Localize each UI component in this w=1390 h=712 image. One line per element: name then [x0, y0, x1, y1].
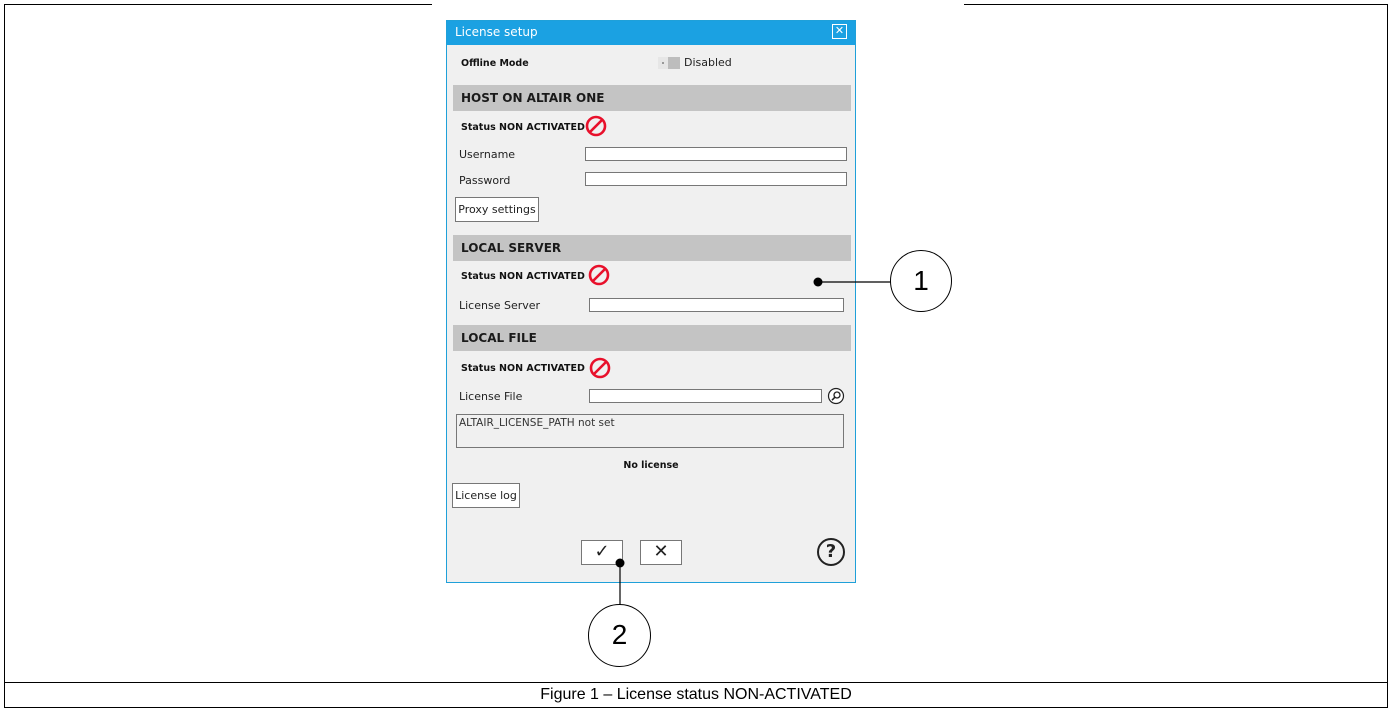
license-status-text: No license [623, 460, 679, 471]
caption-divider [4, 682, 1388, 683]
cancel-button[interactable]: ✕ [640, 540, 682, 565]
callout-2-number: 2 [611, 619, 628, 650]
username-field[interactable] [585, 147, 847, 161]
section-local-file-header: LOCAL FILE [461, 331, 537, 345]
cross-icon: ✕ [653, 541, 669, 562]
not-activated-icon [585, 115, 607, 137]
offline-mode-state: Disabled [684, 56, 732, 69]
username-label: Username [459, 148, 516, 161]
figure-caption: Figure 1 – License status NON-ACTIVATED [540, 686, 852, 703]
dialog-title: License setup [455, 25, 538, 39]
license-file-label: License File [459, 390, 523, 403]
section-local-server: LOCAL SERVER [453, 235, 851, 261]
section-local-server-header: LOCAL SERVER [461, 241, 562, 255]
callout-2-leader [615, 558, 625, 611]
frame-gap [432, 0, 964, 7]
section-local-file: LOCAL FILE [453, 325, 851, 351]
callout-1-leader [813, 277, 902, 287]
not-activated-icon [588, 264, 610, 286]
search-icon[interactable] [827, 387, 845, 405]
section-host-altair-one: HOST ON ALTAIR ONE [453, 85, 851, 111]
help-glyph: ? [825, 541, 837, 562]
toggle-knob [658, 57, 668, 69]
local-server-status-label: Status NON ACTIVATED [461, 271, 585, 282]
title-bar: License setup ✕ [447, 21, 855, 45]
proxy-settings-button[interactable]: Proxy settings [455, 197, 539, 222]
toggle-dot [662, 62, 664, 64]
callout-2: 2 [588, 604, 651, 667]
offline-mode-label: Offline Mode [461, 58, 529, 69]
callout-1-number: 1 [913, 265, 929, 296]
offline-mode-toggle[interactable] [658, 57, 680, 69]
checkmark-icon: ✓ [594, 541, 610, 562]
license-server-field[interactable] [589, 298, 844, 312]
local-file-status-label: Status NON ACTIVATED [461, 363, 585, 374]
host-status-label: Status NON ACTIVATED [461, 122, 585, 133]
section-host-header: HOST ON ALTAIR ONE [461, 91, 605, 105]
password-label: Password [459, 174, 511, 187]
license-server-label: License Server [459, 299, 541, 312]
callout-1: 1 [890, 250, 952, 312]
password-field[interactable] [585, 172, 847, 186]
help-icon[interactable]: ? [817, 538, 845, 566]
license-log-button[interactable]: License log [452, 483, 520, 508]
toggle-track [668, 57, 680, 69]
license-file-field[interactable] [589, 389, 822, 403]
not-activated-icon [589, 357, 611, 379]
license-setup-dialog: License setup ✕ Offline Mode Disabled HO… [446, 20, 856, 583]
license-path-message-text: ALTAIR_LICENSE_PATH not set [459, 417, 615, 429]
license-path-message: ALTAIR_LICENSE_PATH not set [456, 414, 844, 448]
close-icon[interactable]: ✕ [832, 24, 847, 39]
